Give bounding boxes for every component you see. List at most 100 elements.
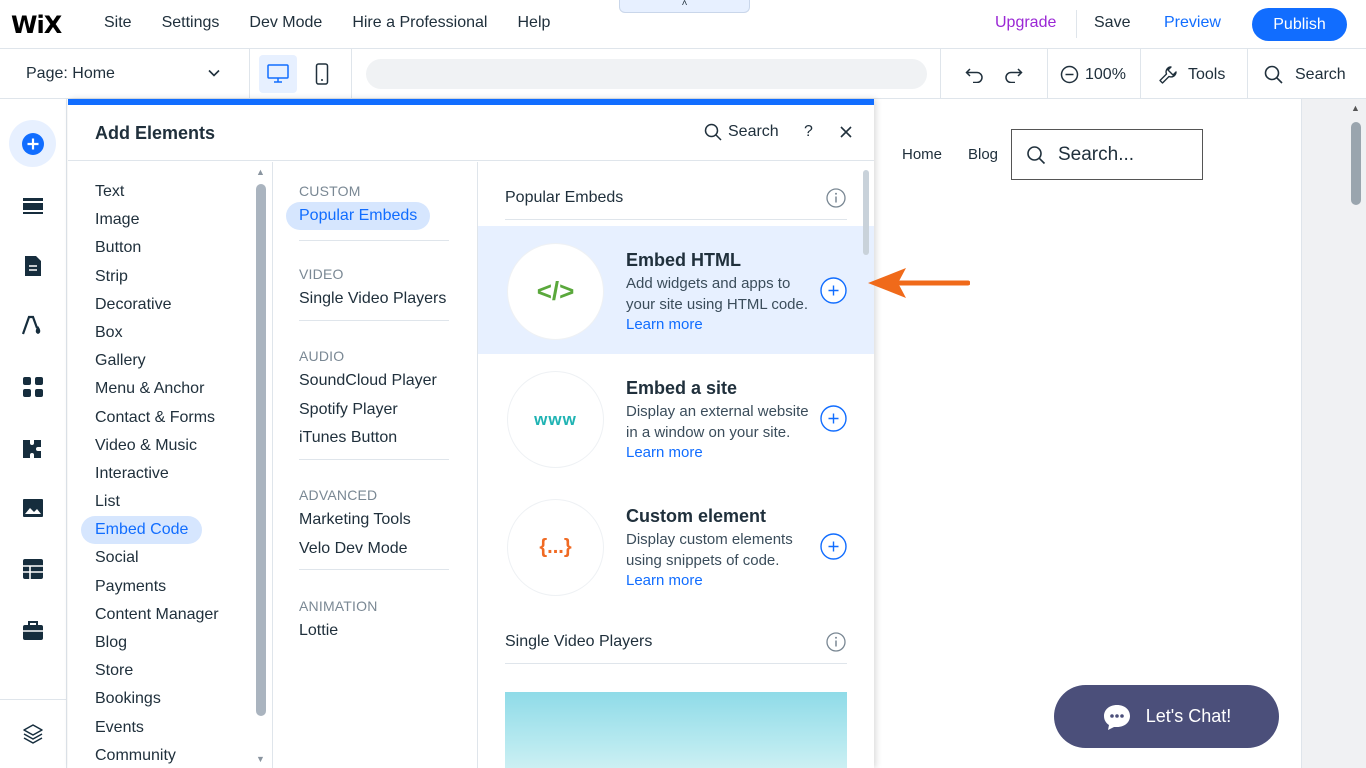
category-blog[interactable]: Blog (81, 629, 233, 657)
collapse-toolbar-tab[interactable]: ˄ (619, 0, 750, 13)
site-canvas[interactable] (874, 99, 1301, 768)
sub-marketing-tools[interactable]: Marketing Tools (273, 506, 478, 535)
category-content-manager[interactable]: Content Manager (81, 601, 233, 629)
url-bar[interactable] (366, 59, 927, 89)
add-embed-site-button[interactable] (820, 405, 847, 432)
category-community[interactable]: Community (81, 742, 233, 768)
add-custom-element-button[interactable] (820, 533, 847, 560)
category-contact-forms[interactable]: Contact & Forms (81, 404, 233, 432)
menu-dev-mode[interactable]: Dev Mode (249, 14, 322, 32)
category-scrollbar[interactable] (256, 184, 266, 716)
category-button[interactable]: Button (81, 234, 233, 262)
redo-icon[interactable] (1003, 65, 1023, 83)
theme-icon[interactable] (21, 314, 45, 338)
add-embed-html-button[interactable] (820, 277, 847, 304)
video-player-thumbnail[interactable] (505, 692, 847, 768)
card-title: Custom element (626, 506, 767, 526)
site-nav-blog[interactable]: Blog (968, 146, 998, 163)
site-search-box[interactable]: Search... (1011, 129, 1203, 180)
mobile-view-button[interactable] (305, 55, 339, 93)
sub-popular-embeds[interactable]: Popular Embeds (286, 202, 431, 230)
info-icon[interactable] (826, 188, 846, 208)
info-icon[interactable] (826, 632, 846, 652)
learn-more-link[interactable]: Learn more (626, 572, 703, 589)
help-button[interactable]: ? (804, 123, 813, 141)
sub-soundcloud-player[interactable]: SoundCloud Player (273, 367, 478, 396)
business-icon[interactable] (21, 619, 45, 643)
learn-more-link[interactable]: Learn more (626, 316, 703, 333)
embed-site-card[interactable]: www Embed a site Display an external web… (478, 354, 874, 482)
category-strip[interactable]: Strip (81, 263, 233, 291)
custom-element-card[interactable]: {...} Custom element Display custom elem… (478, 482, 874, 610)
puzzle-icon[interactable] (21, 436, 45, 460)
undo-icon[interactable] (965, 65, 985, 83)
menu-help[interactable]: Help (517, 14, 550, 32)
tools-button[interactable]: Tools (1158, 65, 1225, 85)
divider (249, 49, 250, 99)
zoom-control[interactable]: 100% (1060, 65, 1126, 84)
page-selector[interactable]: Page: Home (26, 65, 115, 83)
lets-chat-button[interactable]: Let's Chat! (1054, 685, 1279, 748)
canvas-scrollbar[interactable] (1351, 122, 1361, 205)
category-gallery[interactable]: Gallery (81, 347, 233, 375)
cms-icon[interactable] (21, 557, 45, 581)
top-menu: Site Settings Dev Mode Hire a Profession… (104, 14, 580, 32)
desktop-view-button[interactable] (259, 55, 297, 93)
card-title: Embed a site (626, 378, 738, 398)
preview-button[interactable]: Preview (1164, 14, 1221, 32)
chevron-down-icon[interactable] (208, 67, 220, 79)
category-list[interactable]: List (81, 488, 233, 516)
card-description: Display custom elements using snippets o… (626, 530, 816, 592)
sections-icon[interactable] (21, 194, 45, 218)
editor-search-button[interactable]: Search (1264, 65, 1346, 84)
save-button[interactable]: Save (1094, 14, 1130, 32)
upgrade-link[interactable]: Upgrade (995, 14, 1056, 32)
panel-search-button[interactable]: Search (704, 123, 779, 141)
wix-logo[interactable]: WiX (11, 11, 62, 39)
sub-itunes-button[interactable]: iTunes Button (273, 424, 478, 453)
menu-site[interactable]: Site (104, 14, 132, 32)
category-bookings[interactable]: Bookings (81, 685, 233, 713)
sub-spotify-player[interactable]: Spotify Player (273, 396, 478, 425)
category-payments[interactable]: Payments (81, 573, 233, 601)
category-image[interactable]: Image (81, 206, 233, 234)
code-icon: </> (536, 276, 575, 306)
apps-icon[interactable] (21, 375, 45, 399)
category-embed-code[interactable]: Embed Code (81, 516, 203, 545)
category-video-music[interactable]: Video & Music (81, 432, 233, 460)
sub-single-video-players[interactable]: Single Video Players (273, 285, 478, 314)
publish-button[interactable]: Publish (1252, 8, 1347, 41)
subgroup-heading: ANIMATION (299, 598, 378, 614)
pages-icon[interactable] (21, 254, 45, 278)
section-title: Single Video Players (505, 633, 653, 650)
category-decorative[interactable]: Decorative (81, 291, 233, 319)
add-elements-panel: Add Elements Search ? ▲ Text Image Butto… (68, 99, 874, 768)
category-store[interactable]: Store (81, 657, 233, 685)
site-search-placeholder: Search... (1058, 143, 1135, 165)
category-menu-anchor[interactable]: Menu & Anchor (81, 375, 233, 403)
category-text[interactable]: Text (81, 178, 233, 206)
embed-html-card[interactable]: </> Embed HTML Add widgets and apps to y… (478, 226, 874, 354)
menu-settings[interactable]: Settings (162, 14, 220, 32)
sub-velo-dev-mode[interactable]: Velo Dev Mode (273, 535, 478, 564)
layers-icon[interactable] (22, 723, 44, 745)
desktop-icon (267, 64, 289, 83)
category-events[interactable]: Events (81, 714, 233, 742)
site-nav-home[interactable]: Home (902, 146, 942, 163)
close-icon[interactable] (838, 124, 854, 140)
divider (299, 569, 449, 570)
category-interactive[interactable]: Interactive (81, 460, 233, 488)
category-box[interactable]: Box (81, 319, 233, 347)
sub-lottie[interactable]: Lottie (273, 617, 478, 646)
media-icon[interactable] (21, 496, 45, 520)
scroll-down-arrow[interactable]: ▼ (256, 754, 265, 764)
embeds-scrollbar[interactable] (863, 170, 869, 255)
add-elements-button[interactable] (9, 120, 56, 167)
category-social[interactable]: Social (81, 544, 233, 572)
divider (505, 663, 847, 664)
scroll-up-arrow[interactable]: ▲ (1351, 103, 1360, 113)
menu-hire-professional[interactable]: Hire a Professional (352, 14, 487, 32)
search-icon (1264, 65, 1283, 84)
scroll-up-arrow[interactable]: ▲ (256, 167, 265, 177)
learn-more-link[interactable]: Learn more (626, 444, 703, 461)
